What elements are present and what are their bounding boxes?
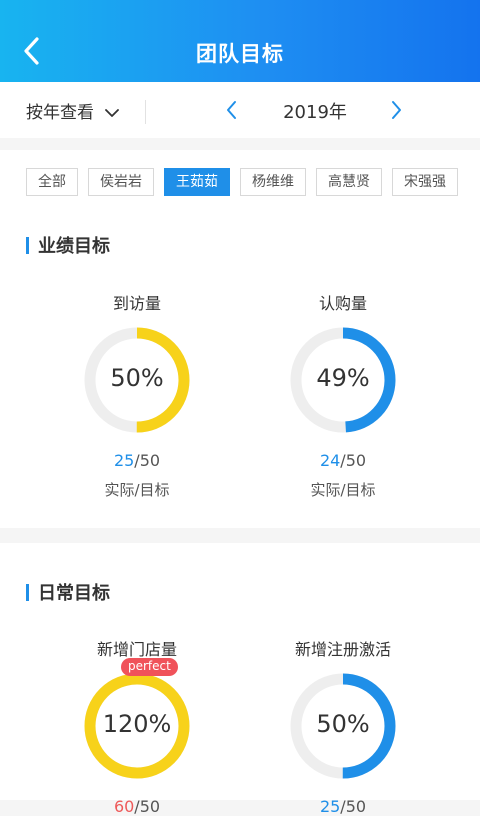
filter-bar: 按年查看 2019年 (0, 82, 480, 138)
performance-section-title: 业绩目标 (26, 232, 110, 258)
percent-value: 50% (110, 364, 164, 392)
subscriptions-gauge: 认购量 49% 24/50 实际/目标 (263, 290, 423, 500)
progress-ring: 49% (289, 326, 397, 434)
percent-value: 49% (316, 364, 370, 392)
percent-value: 50% (316, 710, 370, 738)
section-title-text: 日常目标 (38, 583, 110, 604)
new-registrations-gauge: 新增注册激活 50% 25/50 (263, 636, 423, 816)
actual-target-ratio: 24/50 (263, 451, 423, 470)
previous-year-icon[interactable] (224, 98, 240, 122)
gauge-label: 到访量 (112, 294, 161, 313)
page-title: 团队目标 (196, 42, 284, 66)
actual-value: 25 (113, 451, 135, 470)
member-chip-selected[interactable]: 王茹茹 (164, 168, 230, 196)
performance-card: 全部 侯岩岩 王茹茹 杨维维 高慧贤 宋强强 业绩目标 到访量 50% 25/50 实际/… (0, 150, 480, 528)
section-marker (26, 584, 29, 601)
divider (145, 100, 146, 124)
ratio-caption: 实际/目标 (310, 481, 376, 499)
percent-value: 120% (102, 710, 172, 738)
member-chip[interactable]: 杨维维 (240, 168, 306, 196)
actual-target-ratio: 25/50 (57, 451, 217, 470)
target-value: /50 (134, 451, 161, 470)
progress-ring: 50% (289, 672, 397, 780)
gauge-label: 新增注册激活 (294, 640, 391, 659)
member-chip[interactable]: 宋强强 (392, 168, 458, 196)
gauge-label: 认购量 (318, 294, 367, 313)
actual-value: 24 (319, 451, 341, 470)
view-mode-label: 按年查看 (26, 103, 94, 123)
perfect-badge: perfect (121, 658, 178, 676)
member-tabs: 全部 侯岩岩 王茹茹 杨维维 高慧贤 宋强强 (26, 168, 480, 198)
next-year-icon[interactable] (388, 98, 404, 122)
progress-ring: 120% perfect (83, 658, 191, 780)
gauge-label: 新增门店量 (96, 640, 177, 659)
year-label: 2019年 (283, 102, 347, 123)
visits-gauge: 到访量 50% 25/50 实际/目标 (57, 290, 217, 500)
section-title-text: 业绩目标 (38, 236, 110, 257)
daily-section-title: 日常目标 (26, 579, 110, 605)
new-stores-gauge: 新增门店量 120% perfect 60/50 (57, 636, 217, 816)
app-header: 团队目标 (0, 0, 480, 82)
ratio-caption: 实际/目标 (104, 481, 170, 499)
target-value: /50 (340, 451, 367, 470)
daily-card: 日常目标 新增门店量 120% perfect 60/50 新增注册激活 50%… (0, 543, 480, 816)
section-marker (26, 237, 29, 254)
view-mode-dropdown[interactable]: 按年查看 (26, 98, 120, 123)
chevron-down-icon (105, 109, 120, 117)
member-chip[interactable]: 侯岩岩 (88, 168, 154, 196)
member-chip[interactable]: 高慧贤 (316, 168, 382, 196)
member-chip[interactable]: 全部 (26, 168, 78, 196)
progress-ring: 50% (83, 326, 191, 434)
